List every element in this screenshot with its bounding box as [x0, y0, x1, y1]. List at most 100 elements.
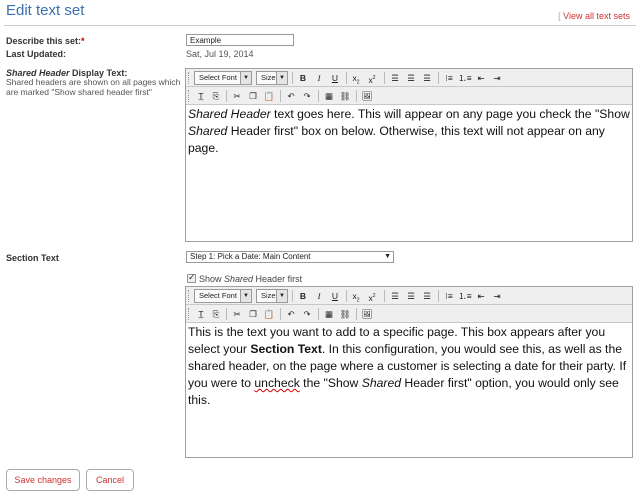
font-select[interactable]: Select Font ▼ — [194, 289, 252, 303]
bullet-list-icon[interactable]: ⁝≡ — [442, 71, 456, 85]
toolbar-grip — [188, 90, 191, 102]
chevron-down-icon: ▼ — [276, 290, 287, 302]
align-right-icon[interactable]: ☰ — [420, 289, 434, 303]
indent-icon[interactable]: ⇥ — [490, 289, 504, 303]
outdent-icon[interactable]: ⇤ — [474, 71, 488, 85]
italic-button[interactable]: I — [312, 71, 326, 85]
align-left-icon[interactable]: ☰ — [388, 71, 402, 85]
toolbar-separator — [356, 308, 357, 320]
editor1-text-2: Header first" box on below. Otherwise, t… — [188, 124, 605, 155]
link-icon[interactable]: ⛓ — [338, 307, 352, 321]
toolbar-separator — [226, 90, 227, 102]
chevron-down-icon: ▼ — [276, 72, 287, 84]
size-select[interactable]: Size ▼ — [256, 71, 288, 85]
redo-icon[interactable]: ↷ — [300, 89, 314, 103]
text-style-icon[interactable]: T̲ — [194, 89, 208, 103]
italic-button[interactable]: I — [312, 289, 326, 303]
toolbar-separator — [318, 308, 319, 320]
table-icon[interactable]: ▦ — [322, 307, 336, 321]
describe-input[interactable] — [186, 34, 294, 46]
cut-icon[interactable]: ✂ — [230, 89, 244, 103]
subscript-button[interactable]: x2 — [349, 289, 363, 304]
editor2-bold: Section Text — [250, 342, 322, 356]
editor2-italic: Shared — [361, 376, 402, 390]
numbered-list-icon[interactable]: ⒈≡ — [458, 71, 472, 85]
show-shared-header-checkbox[interactable] — [187, 272, 196, 283]
size-select-label: Size — [261, 73, 276, 82]
size-select-label: Size — [261, 291, 276, 300]
toolbar-grip — [188, 290, 191, 302]
checkbox-label-a: Show — [199, 274, 225, 284]
redo-icon[interactable]: ↷ — [300, 307, 314, 321]
toolbar-separator — [292, 72, 293, 84]
align-right-icon[interactable]: ☰ — [420, 71, 434, 85]
paste-format-icon[interactable]: ⎘ — [209, 89, 223, 103]
text-style-icon[interactable]: T̲ — [194, 307, 208, 321]
numbered-list-icon[interactable]: ⒈≡ — [458, 289, 472, 303]
chevron-down-icon: ▼ — [240, 290, 251, 302]
indent-icon[interactable]: ⇥ — [490, 71, 504, 85]
table-icon[interactable]: ▦ — [322, 89, 336, 103]
paste-format-icon[interactable]: ⎘ — [209, 307, 223, 321]
size-select[interactable]: Size ▼ — [256, 289, 288, 303]
undo-icon[interactable]: ↶ — [284, 89, 298, 103]
view-all-text-sets-link[interactable]: View all text sets — [563, 11, 630, 21]
chevron-down-icon: ▼ — [240, 72, 251, 84]
cut-icon[interactable]: ✂ — [230, 307, 244, 321]
toolbar-separator — [346, 72, 347, 84]
section-select-value: Step 1: Pick a Date: Main Content — [190, 252, 311, 261]
align-left-icon[interactable]: ☰ — [388, 289, 402, 303]
font-select-label: Select Font — [199, 73, 237, 82]
toolbar-separator — [384, 290, 385, 302]
toolbar-separator — [280, 90, 281, 102]
align-center-icon[interactable]: ☰ — [404, 71, 418, 85]
copy-icon[interactable]: ❐ — [246, 89, 260, 103]
save-changes-button[interactable]: Save changes — [6, 469, 80, 491]
image-icon[interactable]: 🖼 — [360, 89, 374, 103]
editor1-toolbar-row2: T̲ ⎘ ✂ ❐ 📋 ↶ ↷ ▦ ⛓ 🖼 — [186, 87, 632, 105]
align-center-icon[interactable]: ☰ — [404, 289, 418, 303]
font-select-label: Select Font — [199, 291, 237, 300]
editor1-toolbar-row1: Select Font ▼ Size ▼ B I U x2 x2 ☰ ☰ ☰ ⁝≡ … — [186, 69, 632, 87]
paste-icon[interactable]: 📋 — [262, 89, 276, 103]
underline-button[interactable]: U — [328, 289, 342, 303]
undo-icon[interactable]: ↶ — [284, 307, 298, 321]
editor2-toolbar-row2: T̲ ⎘ ✂ ❐ 📋 ↶ ↷ ▦ ⛓ 🖼 — [186, 305, 632, 323]
cancel-button[interactable]: Cancel — [86, 469, 134, 491]
page-title: Edit text set — [6, 2, 85, 19]
toolbar-separator — [292, 290, 293, 302]
describe-label-text: Describe this set: — [6, 36, 82, 46]
last-updated-label: Last Updated: — [6, 49, 67, 59]
bold-button[interactable]: B — [296, 289, 310, 303]
bullet-list-icon[interactable]: ⁝≡ — [442, 289, 456, 303]
outdent-icon[interactable]: ⇤ — [474, 289, 488, 303]
superscript-button[interactable]: x2 — [365, 71, 379, 85]
font-select[interactable]: Select Font ▼ — [194, 71, 252, 85]
paste-icon[interactable]: 📋 — [262, 307, 276, 321]
bold-button[interactable]: B — [296, 71, 310, 85]
editor1-italic-2: Shared — [188, 124, 228, 138]
last-updated-value: Sat, Jul 19, 2014 — [186, 49, 254, 59]
checkbox-label-italic: Shared — [224, 274, 254, 284]
divider — [4, 25, 636, 26]
toolbar-separator — [318, 90, 319, 102]
link-icon[interactable]: ⛓ — [338, 89, 352, 103]
section-text-editor: Select Font ▼ Size ▼ B I U x2 x2 ☰ ☰ ☰ ⁝≡ … — [185, 286, 633, 458]
underline-button[interactable]: U — [328, 71, 342, 85]
editor1-content[interactable]: Shared Header text goes here. This will … — [186, 105, 632, 241]
editor2-content[interactable]: This is the text you want to add to a sp… — [186, 323, 632, 457]
image-icon[interactable]: 🖼 — [360, 307, 374, 321]
toolbar-separator — [356, 90, 357, 102]
toolbar-separator — [280, 308, 281, 320]
chevron-down-icon: ▼ — [384, 253, 391, 260]
copy-icon[interactable]: ❐ — [246, 307, 260, 321]
toolbar-grip — [188, 308, 191, 320]
toolbar-separator — [438, 290, 439, 302]
describe-label: Describe this set:* — [6, 36, 85, 46]
section-select[interactable]: Step 1: Pick a Date: Main Content ▼ — [186, 251, 394, 263]
editor1-text-1: text goes here. This will appear on any … — [270, 107, 630, 121]
toolbar-grip — [188, 72, 191, 84]
subscript-button[interactable]: x2 — [349, 71, 363, 86]
section-text-label: Section Text — [6, 253, 59, 263]
superscript-button[interactable]: x2 — [365, 289, 379, 303]
